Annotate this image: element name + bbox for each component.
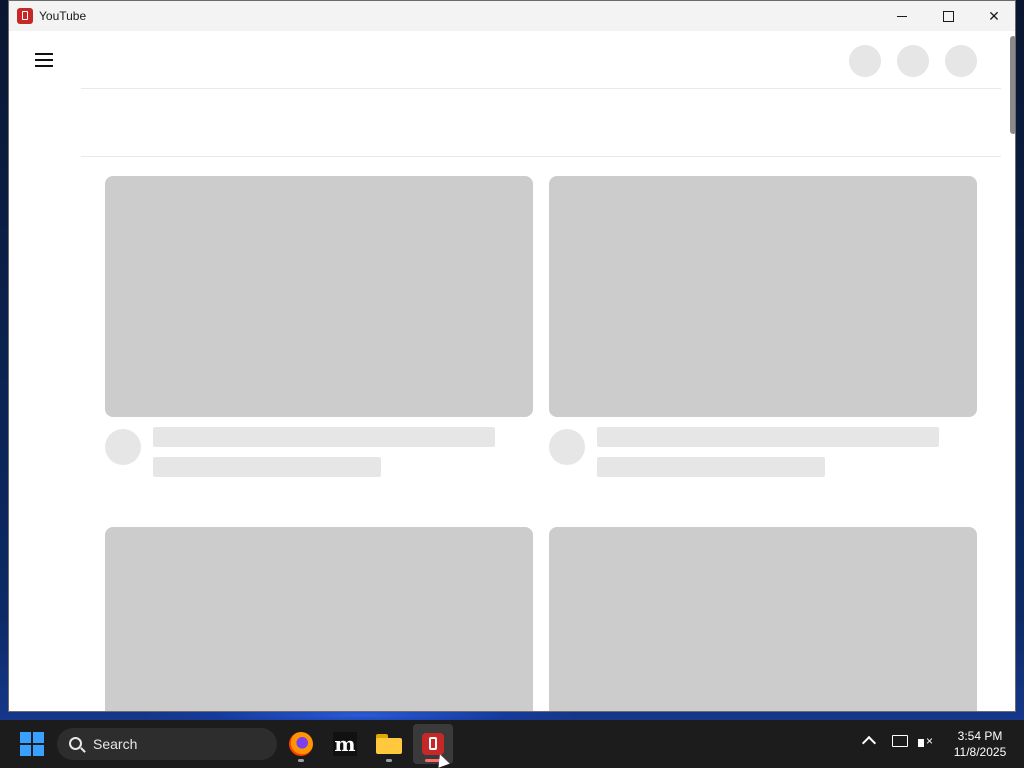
file-explorer-icon: [376, 734, 402, 754]
red-tablet-app-icon: [422, 733, 444, 755]
skeleton-thumbnail: [105, 527, 533, 711]
show-hidden-icons-chevron-icon[interactable]: [861, 735, 877, 751]
skeleton-thumbnail: [549, 176, 977, 417]
app-window: YouTube ✕: [8, 0, 1016, 712]
windows-start-icon[interactable]: [20, 732, 44, 756]
volume-muted-icon[interactable]: [918, 734, 933, 750]
close-button[interactable]: ✕: [971, 1, 1015, 31]
window-title: YouTube: [39, 9, 87, 23]
system-clock[interactable]: 3:54 PM 11/8/2025: [944, 728, 1016, 760]
skeleton-header-button: [945, 45, 977, 77]
search-label: Search: [93, 736, 138, 752]
firefox-icon: [289, 732, 313, 756]
minimize-icon: [897, 15, 907, 17]
taskbar-search-box[interactable]: Search: [57, 728, 277, 760]
taskbar-app-m[interactable]: m: [325, 724, 365, 764]
skeleton-header-button: [849, 45, 881, 77]
skeleton-avatar: [105, 429, 141, 465]
page-content: [9, 31, 1009, 711]
skeleton-header-button: [897, 45, 929, 77]
clock-time: 3:54 PM: [957, 729, 1003, 743]
vertical-scrollbar[interactable]: [1009, 31, 1015, 711]
maximize-icon: [942, 10, 954, 22]
close-icon: ✕: [988, 7, 1000, 24]
network-icon[interactable]: [892, 735, 908, 747]
taskbar-app-firefox[interactable]: [281, 724, 321, 764]
skeleton-title-line: [597, 427, 939, 447]
app-icon: [17, 8, 33, 24]
m-app-icon: m: [333, 732, 357, 756]
scrollbar-thumb[interactable]: [1010, 36, 1015, 134]
skeleton-meta-line: [153, 457, 381, 477]
skeleton-title-line: [153, 427, 495, 447]
skeleton-avatar: [549, 429, 585, 465]
chips-divider: [81, 156, 1001, 157]
search-icon: [69, 737, 82, 750]
minimize-button[interactable]: [879, 1, 925, 31]
taskbar-app-file-explorer[interactable]: [369, 724, 409, 764]
maximize-button[interactable]: [925, 1, 971, 31]
taskbar: Search m 3:54 PM 11/8/2025: [0, 720, 1024, 768]
skeleton-thumbnail: [549, 527, 977, 711]
skeleton-meta-line: [597, 457, 825, 477]
header-divider: [81, 88, 1001, 89]
clock-date: 11/8/2025: [953, 745, 1007, 759]
hamburger-menu-icon[interactable]: [35, 53, 53, 67]
skeleton-thumbnail: [105, 176, 533, 417]
title-bar[interactable]: YouTube ✕: [9, 1, 1015, 31]
